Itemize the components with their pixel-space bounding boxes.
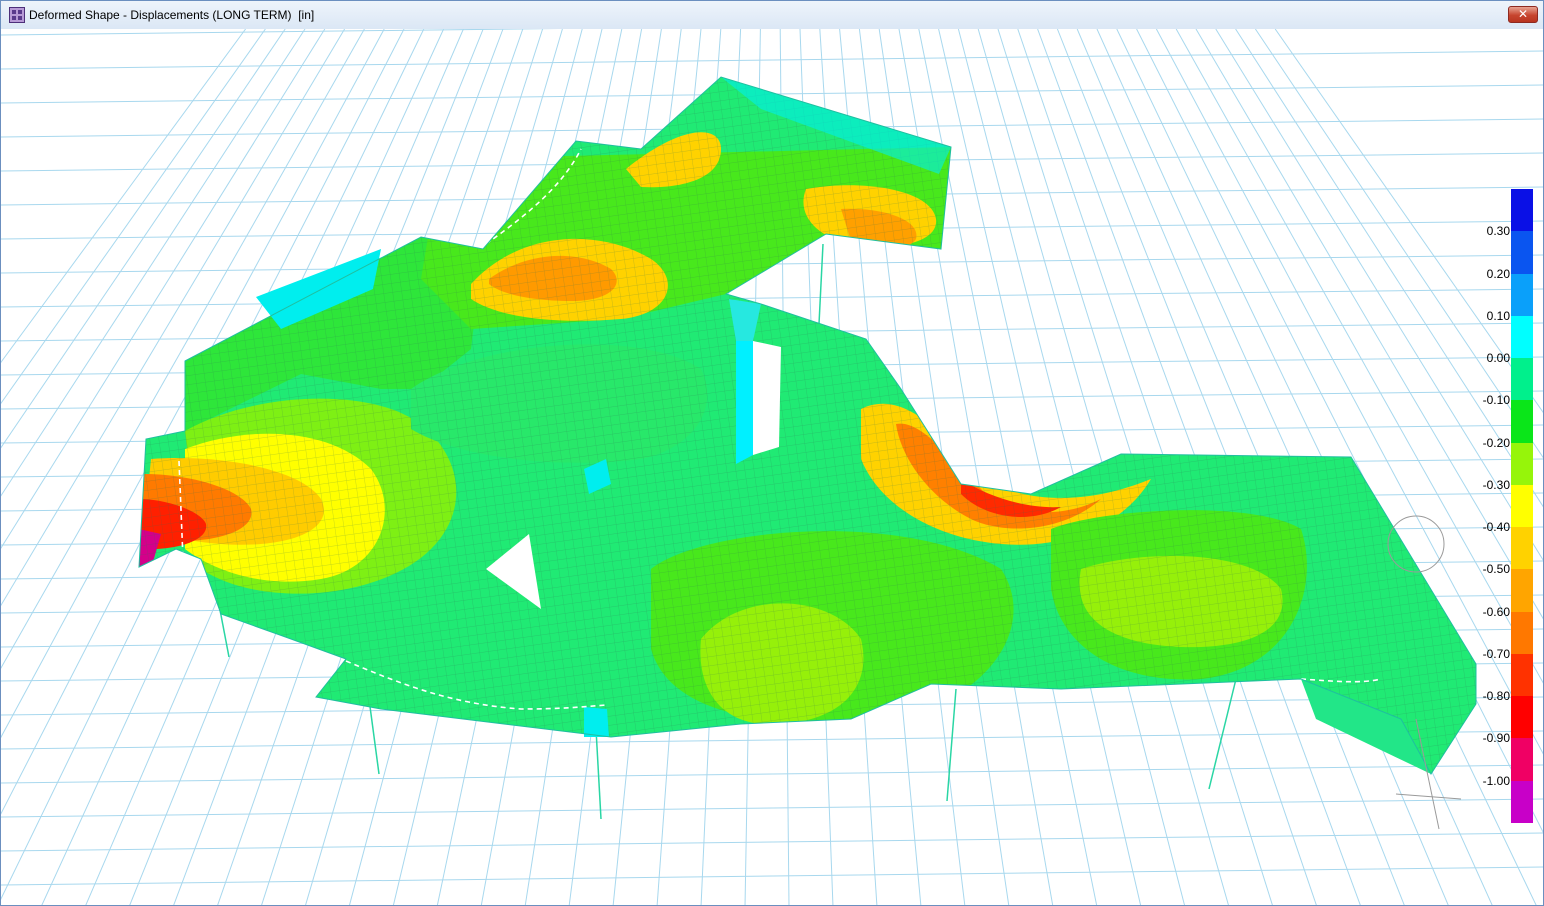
- slab-opening: [753, 341, 781, 455]
- legend-swatch: [1511, 653, 1533, 697]
- legend-swatch: [1511, 780, 1533, 824]
- legend-label: 0.00: [1486, 351, 1510, 366]
- legend-label: -1.00: [1482, 773, 1510, 788]
- grid-line: [1, 50, 1543, 70]
- legend-swatch: [1511, 400, 1533, 444]
- close-button[interactable]: ✕: [1508, 6, 1538, 23]
- legend-swatch: [1511, 189, 1533, 232]
- close-icon: ✕: [1517, 7, 1529, 21]
- legend-label: -0.70: [1482, 646, 1510, 661]
- legend-label: -0.30: [1482, 477, 1510, 492]
- app-icon: [9, 7, 25, 23]
- legend-label: -0.60: [1482, 604, 1510, 619]
- legend-label: 0.10: [1486, 308, 1510, 323]
- deformed-shape-canvas[interactable]: [1, 29, 1544, 906]
- legend-swatch: [1511, 611, 1533, 655]
- grid-line: [1, 730, 1543, 750]
- window-title: Deformed Shape - Displacements (LONG TER…: [29, 8, 315, 22]
- legend-swatch: [1511, 442, 1533, 486]
- legend-swatch: [1511, 231, 1533, 275]
- legend-swatch: [1511, 569, 1533, 613]
- grid-line: [1, 798, 1543, 818]
- legend-label: -0.80: [1482, 689, 1510, 704]
- column-line: [1208, 678, 1237, 790]
- legend-swatch: [1511, 484, 1533, 528]
- legend-label: -0.20: [1482, 435, 1510, 450]
- grid-line: [1, 866, 1543, 886]
- legend-label: 0.20: [1486, 266, 1510, 281]
- column-line: [946, 688, 957, 802]
- title-bar[interactable]: Deformed Shape - Displacements (LONG TER…: [1, 1, 1543, 30]
- grid-line: [1, 764, 1543, 784]
- legend-swatch: [1511, 315, 1533, 359]
- shear-wall: [736, 341, 753, 464]
- grid-line: [1, 29, 559, 36]
- grid-line: [1, 288, 1543, 308]
- legend-label: -0.10: [1482, 393, 1510, 408]
- grid-line: [1, 832, 1543, 852]
- legend-swatch: [1511, 738, 1533, 782]
- color-legend: 0.30 0.20 0.10 0.00 -0.10 -0.20 -0.30 -0.40 -0.5…: [1475, 189, 1537, 824]
- legend-swatch: [1511, 527, 1533, 570]
- 3d-viewport[interactable]: 0.30 0.20 0.10 0.00 -0.10 -0.20 -0.30 -0.40 -0.5…: [1, 29, 1544, 906]
- legend-label: -0.40: [1482, 520, 1510, 535]
- app-window: Deformed Shape - Displacements (LONG TER…: [0, 0, 1544, 906]
- shear-wall: [584, 707, 609, 737]
- legend-swatch: [1511, 273, 1533, 317]
- legend-color-bar: [1511, 189, 1533, 824]
- column-line: [818, 243, 824, 325]
- legend-swatch: [1511, 358, 1533, 401]
- legend-label: -0.50: [1482, 562, 1510, 577]
- legend-swatch: [1511, 696, 1533, 739]
- legend-label: -0.90: [1482, 731, 1510, 746]
- legend-label: 0.30: [1486, 224, 1510, 239]
